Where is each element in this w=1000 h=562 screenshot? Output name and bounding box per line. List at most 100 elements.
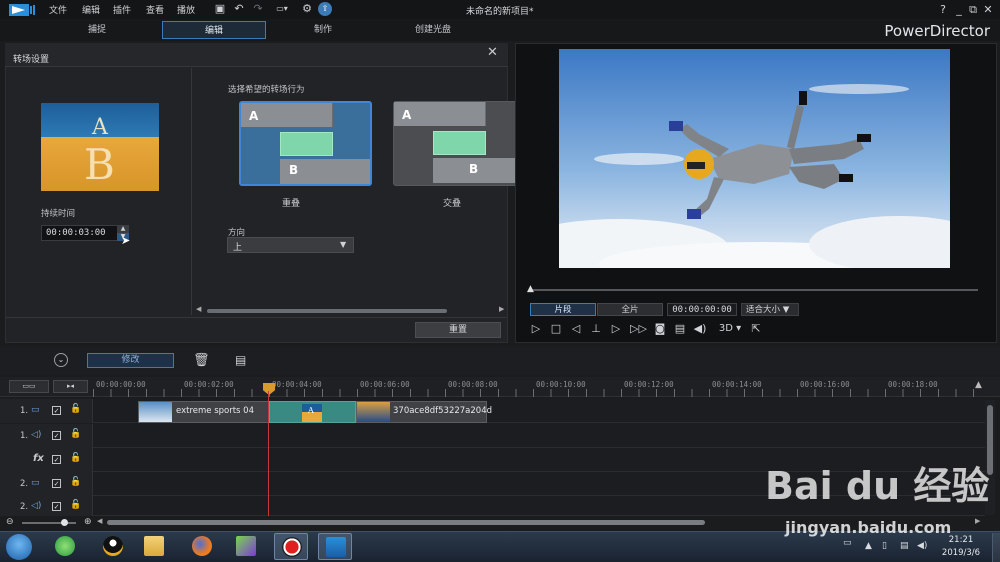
close-app-icon[interactable]: ✕ [982,3,994,16]
tab-capture[interactable]: 捕捉 [45,21,149,39]
scrub-handle-icon[interactable]: ▲ [527,284,534,294]
start-button[interactable] [6,534,32,560]
scroll-right-icon[interactable]: ▶ [499,305,504,313]
network-icon[interactable]: ▤ [900,541,909,551]
chevron-down-icon[interactable]: ▼ [340,240,346,249]
audio-track-icon: ◁) [31,430,42,440]
timeline-horizontal-scrollbar-thumb[interactable] [107,520,705,525]
lock-icon[interactable]: 🔓 [70,453,81,463]
preview-timecode[interactable]: 00:00:00:00 [667,303,737,316]
undo-icon[interactable]: ↶ [232,2,246,16]
play-icon[interactable]: ▷ [529,322,543,336]
tab-edit[interactable]: 编辑 [162,21,266,39]
ruler-tick-label: 00:00:06:00 [360,380,410,389]
duration-value[interactable]: 00:00:03:00 [46,228,106,238]
track-enable-checkbox[interactable]: ✓ [52,502,61,511]
card-letter-a: A [402,108,412,122]
split-icon[interactable]: ⊥ [589,322,603,336]
fit-timeline-button[interactable]: ▸◂ [53,380,88,393]
volume-icon[interactable]: ◀) [693,322,707,336]
reset-button[interactable]: 重置 [415,322,501,338]
panel-scrollbar-thumb[interactable] [207,309,447,313]
help-icon[interactable]: ? [937,3,949,16]
snapshot-camera-icon[interactable]: ◙ [653,322,667,336]
tab-produce[interactable]: 制作 [271,21,375,39]
3d-mode-toggle[interactable]: 3D ▾ [716,322,744,336]
option-overlap-label[interactable]: 重叠 [282,196,300,209]
modify-button[interactable]: 修改 [87,353,174,368]
option-cross-label[interactable]: 交叠 [443,196,461,209]
usb-device-icon[interactable]: ▯ [882,541,887,551]
menu-edit[interactable]: 编辑 [82,3,100,16]
duration-label: 持续时间 [41,209,76,219]
taskbar-app-recorder[interactable] [274,533,308,560]
taskbar-app-qq[interactable] [96,533,130,560]
transition-panel-header [5,43,508,67]
trash-icon[interactable]: 🗑 [193,353,210,368]
track-enable-checkbox[interactable]: ✓ [52,431,61,440]
clock-date[interactable]: 2019/3/6 [938,548,984,558]
menu-file[interactable]: 文件 [49,3,67,16]
card-letter-b: B [469,162,479,176]
tray-expand-icon[interactable]: ▲ [865,541,872,551]
clip-mode-button[interactable]: 片段 [530,303,596,316]
upgrade-icon[interactable]: ⇧ [318,2,332,16]
zoom-in-icon[interactable]: ⊕ [84,517,92,527]
volume-tray-icon[interactable]: ◀) [917,541,927,551]
undock-preview-icon[interactable]: ⇱ [749,322,763,336]
taskbar-app-360-browser[interactable] [48,533,82,560]
minimize-icon[interactable]: _ [953,3,965,16]
subtitles-icon[interactable]: ▤ [673,322,687,336]
storyboard-view-button[interactable]: ▭▭ [9,380,49,393]
aspect-ratio-icon[interactable]: ▭▾ [271,2,293,16]
lock-icon[interactable]: 🔓 [70,404,81,414]
taskbar-app-powerdirector[interactable] [318,533,352,560]
redo-icon[interactable]: ↷ [251,2,265,16]
transition-preview-letter-b: B [84,140,115,189]
lock-icon[interactable]: 🔓 [70,500,81,510]
taskbar-app-media[interactable] [229,533,263,560]
fit-size-select[interactable]: 适合大小 ▼ [741,303,799,316]
zoom-out-icon[interactable]: ⊖ [6,517,14,527]
track-enable-checkbox[interactable]: ✓ [52,479,61,488]
zoom-slider-knob[interactable] [61,519,68,526]
preview-scrub-bar[interactable] [530,289,978,291]
lock-icon[interactable]: 🔓 [70,477,81,487]
menu-play[interactable]: 播放 [177,3,195,16]
scroll-left-icon[interactable]: ◀ [97,517,102,525]
clip-properties-icon[interactable]: ▤ [235,353,246,367]
taskbar-app-explorer[interactable] [137,533,171,560]
duration-increase-button[interactable]: ▲ [117,225,129,233]
menu-view[interactable]: 查看 [146,3,164,16]
tab-create-disc[interactable]: 创建光盘 [381,21,485,39]
taskbar-app-firefox[interactable] [185,533,219,560]
save-icon[interactable]: ▣ [213,2,227,16]
fast-forward-icon[interactable]: ▷▷ [630,322,647,336]
show-desktop-button[interactable] [992,533,1000,562]
browser-360-icon [55,536,75,556]
restore-icon[interactable]: ⧉ [967,3,979,17]
close-icon[interactable]: ✕ [487,45,498,60]
expand-library-button[interactable]: ⌄ [54,353,68,367]
keyboard-icon[interactable]: ▭ [843,538,852,548]
track-enable-checkbox[interactable]: ✓ [52,406,61,415]
ruler-scroll-up-icon[interactable]: ▲ [975,380,982,390]
movie-mode-button[interactable]: 全片 [597,303,663,316]
lock-icon[interactable]: 🔓 [70,429,81,439]
option-card-cross[interactable]: A B [393,101,526,186]
playhead-line [268,391,269,516]
track-number: 1. [20,431,29,441]
settings-gear-icon[interactable]: ⚙ [300,2,314,16]
ruler-tick-label: 00:00:08:00 [448,380,498,389]
direction-select[interactable] [227,237,354,253]
panel-footer-divider [6,317,507,318]
menu-plugins[interactable]: 插件 [113,3,131,16]
next-frame-icon[interactable]: ▷ [609,322,623,336]
previous-frame-icon[interactable]: ◁ [569,322,583,336]
scroll-left-icon[interactable]: ◀ [196,305,201,313]
stop-icon[interactable]: □ [549,322,563,336]
scroll-right-icon[interactable]: ▶ [975,517,980,525]
track-enable-checkbox[interactable]: ✓ [52,455,61,464]
direction-value[interactable]: 上 [233,240,242,253]
option-card-overlap[interactable]: A B [239,101,372,186]
